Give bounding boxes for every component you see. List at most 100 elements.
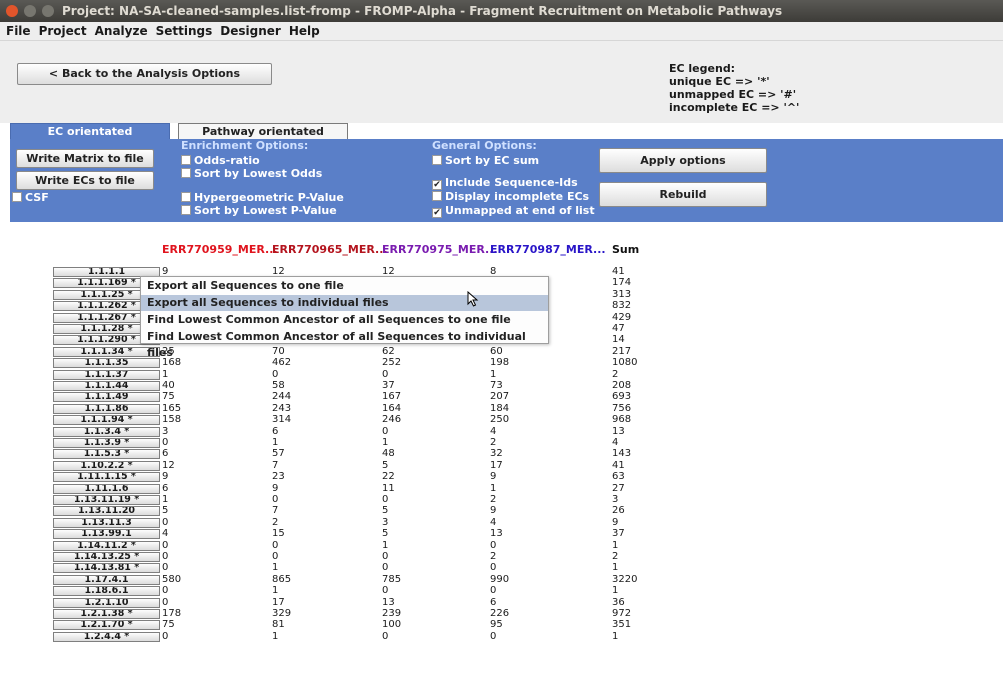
ec-button[interactable]: 1.2.1.38 * <box>53 609 160 619</box>
ec-button[interactable]: 1.1.1.94 * <box>53 415 160 426</box>
ec-button[interactable]: 1.17.4.1 <box>53 574 160 585</box>
ec-button[interactable]: 1.2.1.10 <box>53 597 160 608</box>
ec-button[interactable]: 1.1.1.37 <box>53 369 160 380</box>
display-incomplete-ecs-checkbox[interactable]: Display incomplete ECs <box>432 191 589 203</box>
checkbox-icon <box>432 155 442 165</box>
table-cell: 0 <box>490 630 497 642</box>
apply-options-button[interactable]: Apply options <box>599 148 767 173</box>
table-cell: 1 <box>612 585 619 597</box>
tab-pathway-orientated[interactable]: Pathway orientated <box>178 123 348 139</box>
menu-project[interactable]: Project <box>39 24 87 38</box>
table-cell: 1 <box>272 585 279 597</box>
rebuild-button[interactable]: Rebuild <box>599 182 767 207</box>
close-icon[interactable] <box>6 5 18 17</box>
table-cell: 3 <box>162 425 169 437</box>
ec-button[interactable]: 1.11.1.15 * <box>53 472 160 483</box>
include-sequence-ids-checkbox[interactable]: ✔ Include Sequence-Ids <box>432 177 578 190</box>
minimize-icon[interactable] <box>24 5 36 17</box>
ec-button[interactable]: 1.14.11.2 * <box>53 540 160 551</box>
table-cell: 990 <box>490 573 510 585</box>
table-row: 1.1.1.35 168 462 252 198 1080 <box>0 357 700 369</box>
column-header[interactable]: ERR770987_MER... <box>490 243 606 256</box>
ec-button[interactable]: 1.18.6.1 <box>53 586 160 597</box>
ec-button[interactable]: 1.1.1.44 <box>53 381 160 391</box>
legend-item: unmapped EC => '#' <box>669 88 797 101</box>
table-row: 1.13.99.1 4 15 5 13 37 <box>0 528 700 540</box>
ec-button[interactable]: 1.1.1.35 <box>53 358 160 369</box>
table-row: 1.1.3.9 * 0 1 1 2 4 <box>0 438 700 448</box>
ec-button[interactable]: 1.1.3.4 * <box>53 426 160 437</box>
table-cell: 239 <box>382 608 402 619</box>
table-cell: 0 <box>272 551 279 562</box>
enrichment-options-header: Enrichment Options: <box>181 139 309 152</box>
write-ecs-button[interactable]: Write ECs to file <box>16 171 154 190</box>
table-cell: 313 <box>612 288 632 300</box>
sort-lowest-odds-checkbox[interactable]: Sort by Lowest Odds <box>181 168 322 180</box>
write-matrix-button[interactable]: Write Matrix to file <box>16 149 154 168</box>
ec-button[interactable]: 1.13.11.20 <box>53 506 160 517</box>
ec-button[interactable]: 1.14.13.25 * <box>53 552 160 562</box>
ec-button[interactable]: 1.1.3.9 * <box>53 438 160 448</box>
table-cell: 0 <box>382 494 389 505</box>
context-menu-item[interactable]: Find Lowest Common Ancestor of all Seque… <box>141 312 548 328</box>
ec-button[interactable]: 1.13.11.19 * <box>53 495 160 505</box>
ec-button[interactable]: 1.13.11.3 <box>53 517 160 528</box>
ec-button[interactable]: 1.2.4.4 * <box>53 631 160 642</box>
table-cell: 0 <box>162 596 169 608</box>
ec-button[interactable]: 1.13.99.1 <box>53 529 160 540</box>
table-cell: 13 <box>490 528 503 540</box>
table-row: 1.18.6.1 0 1 0 0 1 <box>0 585 700 597</box>
column-header[interactable]: ERR770965_MER... <box>272 243 388 256</box>
ec-button[interactable]: 1.1.1.49 <box>53 392 160 403</box>
maximize-icon[interactable] <box>42 5 54 17</box>
table-cell: 351 <box>612 619 632 631</box>
table-cell: 23 <box>272 471 285 483</box>
legend-item: incomplete EC => '^' <box>669 101 800 114</box>
table-cell: 1 <box>612 562 619 574</box>
table-row: 1.14.11.2 * 0 0 1 0 1 <box>0 539 700 551</box>
column-header[interactable]: ERR770975_MER... <box>382 243 498 256</box>
checkbox-icon <box>432 191 442 201</box>
table-cell: 3 <box>612 494 619 505</box>
back-to-analysis-button[interactable]: < Back to the Analysis Options <box>17 63 272 85</box>
menu-analyze[interactable]: Analyze <box>95 24 148 38</box>
ec-button[interactable]: 1.1.1.34 * <box>53 346 160 357</box>
context-menu-item[interactable]: Find Lowest Common Ancestor of all Seque… <box>141 329 548 359</box>
hypergeometric-checkbox[interactable]: Hypergeometric P-Value <box>181 192 344 204</box>
ec-button[interactable]: 1.10.2.2 * <box>53 460 160 471</box>
ec-button[interactable]: 1.2.1.70 * <box>53 620 160 631</box>
table-cell: 0 <box>382 562 389 574</box>
table-cell: 4 <box>162 528 169 540</box>
ec-button[interactable]: 1.11.1.6 <box>53 483 160 494</box>
menu-file[interactable]: File <box>6 24 31 38</box>
column-header[interactable]: Sum <box>612 243 639 256</box>
menu-help[interactable]: Help <box>289 24 320 38</box>
ec-button[interactable]: 1.1.5.3 * <box>53 449 160 460</box>
csf-checkbox[interactable]: CSF <box>12 192 49 204</box>
context-menu-item[interactable]: Export all Sequences to one file <box>141 278 548 294</box>
odds-ratio-checkbox[interactable]: Odds-ratio <box>181 155 260 167</box>
ec-button[interactable]: 1.1.1.86 <box>53 403 160 414</box>
table-cell: 1 <box>490 482 497 494</box>
table-row: 1.1.1.37 1 0 0 1 2 <box>0 369 700 380</box>
menu-designer[interactable]: Designer <box>220 24 281 38</box>
context-menu-item[interactable]: Export all Sequences to individual files <box>141 295 548 311</box>
table-cell: 1080 <box>612 357 638 369</box>
sort-ec-sum-checkbox[interactable]: Sort by EC sum <box>432 155 539 167</box>
table-cell: 243 <box>272 402 292 414</box>
table-cell: 2 <box>612 551 619 562</box>
table-cell: 37 <box>382 380 395 391</box>
menu-bar: File Project Analyze Settings Designer Help <box>0 22 1003 41</box>
tab-ec-orientated[interactable]: EC orientated <box>10 123 170 139</box>
table-cell: 0 <box>490 539 497 551</box>
menu-settings[interactable]: Settings <box>156 24 213 38</box>
table-cell: 41 <box>612 459 625 471</box>
legend-title: EC legend: <box>669 62 736 75</box>
table-cell: 0 <box>162 562 169 574</box>
unmapped-end-checkbox[interactable]: ✔ Unmapped at end of list <box>432 205 595 218</box>
table-row: 1.11.1.15 * 9 23 22 9 63 <box>0 471 700 483</box>
checkbox-icon <box>181 168 191 178</box>
sort-lowest-pvalue-checkbox[interactable]: Sort by Lowest P-Value <box>181 205 337 217</box>
column-header[interactable]: ERR770959_MER... <box>162 243 278 256</box>
ec-button[interactable]: 1.14.13.81 * <box>53 563 160 574</box>
